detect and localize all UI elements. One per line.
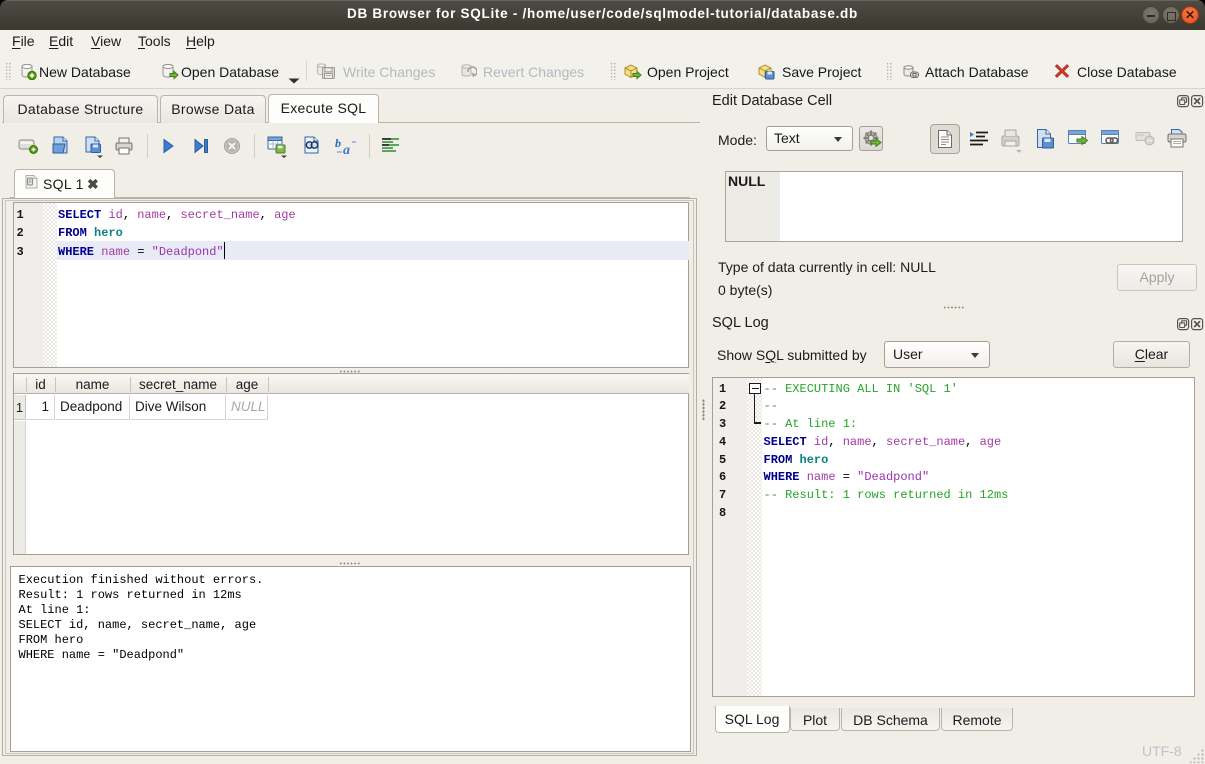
svg-text:b: b: [335, 136, 341, 150]
svg-text:a: a: [343, 143, 350, 157]
